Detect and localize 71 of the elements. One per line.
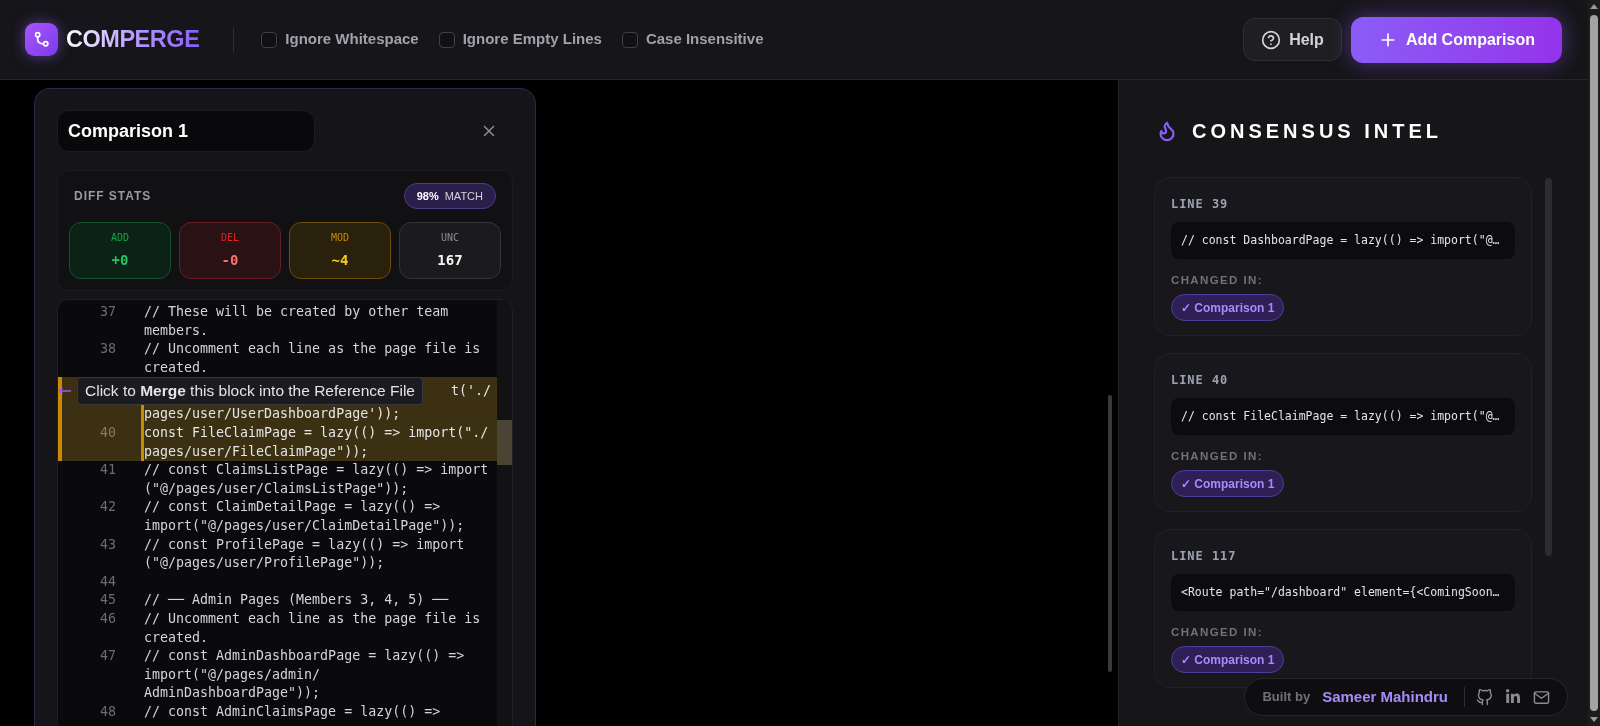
line-number: 46 [100, 610, 116, 626]
stat-value: ~4 [331, 251, 349, 270]
code-line: // const AdminClaimsPage = lazy(() => [144, 702, 441, 721]
code-line: // ── Admin Pages (Members 3, 4, 5) ── [144, 591, 449, 610]
stat-value: +0 [111, 251, 129, 270]
help-icon [1261, 29, 1282, 50]
code-snippet: // const FileClaimPage = lazy(() => import("@… [1171, 398, 1515, 435]
code-line: // const AdminDashboardPage = lazy(() => import("@/pages/admin/ AdminDashboardPage")); [144, 647, 465, 703]
built-by-label: Built by [1262, 688, 1311, 707]
line-number: 38 [100, 341, 116, 357]
merge-tooltip: Click to Merge this block into the Reference File [77, 377, 423, 406]
author-link[interactable]: Sameer Mahindru [1322, 685, 1448, 709]
stat-label: UNC [440, 231, 460, 245]
title-input[interactable]: Comparison 1 [57, 110, 315, 152]
code-line: // Uncomment each line as the page file is created. [144, 340, 481, 377]
up-arrow-icon[interactable] [1590, 4, 1598, 9]
line-number: 44 [100, 573, 116, 589]
checkbox-label[interactable]: Case Insensitive [645, 28, 764, 51]
code-line: // const ClaimsListPage = lazy(() => import ("@/pages/user/ClaimsListPage")); [144, 461, 489, 498]
logo-icon [25, 23, 58, 56]
code-line: // These will be created by other team members. [144, 303, 449, 340]
scrollbar-thumb[interactable] [1108, 395, 1112, 672]
code-line: // Uncomment each line as the page file is created. [144, 609, 481, 647]
scrollbar-thumb[interactable] [1545, 178, 1552, 556]
line-number: 41 [100, 462, 116, 478]
line-number: 48 [100, 703, 116, 719]
line-number: 43 [100, 536, 116, 552]
line-number: 40 [100, 424, 116, 440]
left-arrow-icon[interactable] [58, 387, 72, 396]
code-line: // const ClaimDetailPage = lazy(() => import("@/pages/user/ClaimDetailPage")); [144, 498, 465, 535]
github-icon[interactable] [1476, 688, 1493, 706]
down-arrow-icon[interactable] [1590, 717, 1598, 722]
scrollbar-thumb[interactable] [497, 420, 512, 465]
line-number: 37 [100, 304, 116, 319]
match-percent: 98% [416, 188, 439, 204]
changed-in-label: CHANGED IN: [1171, 449, 1263, 465]
code-line: t('./ [450, 382, 491, 401]
stat-label: ADD [110, 231, 130, 245]
stat-label: DEL [220, 231, 240, 245]
checkbox[interactable] [621, 31, 638, 48]
line-label: LINE 40 [1171, 372, 1229, 389]
match-label: MATCH [444, 188, 483, 204]
panel-title: CONSENSUS INTEL [1192, 119, 1443, 144]
mail-icon[interactable] [1533, 688, 1550, 706]
checkbox-label[interactable]: Ignore Empty Lines [462, 28, 602, 51]
changed-in-label: CHANGED IN: [1171, 273, 1263, 289]
comparison-badge[interactable]: ✓ Comparison 1 [1171, 646, 1285, 673]
scrollbar-thumb[interactable] [1590, 15, 1598, 711]
changed-in-label: CHANGED IN: [1171, 625, 1263, 641]
comparison-badge[interactable]: ✓ Comparison 1 [1171, 294, 1285, 321]
line-number: 47 [100, 648, 116, 664]
code-snippet: <Route path="/dashboard" element={<ComingSoon… [1171, 574, 1515, 611]
stat-value: 167 [437, 251, 463, 270]
checkbox[interactable] [261, 31, 278, 48]
help-button[interactable]: Help [1243, 18, 1342, 61]
line-label: LINE 117 [1171, 548, 1237, 565]
line-number: 42 [100, 499, 116, 515]
line-number: 45 [100, 592, 116, 608]
stat-value: -0 [221, 251, 239, 270]
checkbox-label[interactable]: Ignore Whitespace [285, 28, 419, 51]
code-snippet: // const DashboardPage = lazy(() => import("@… [1171, 222, 1515, 259]
add-comparison-button[interactable]: Add Comparison [1351, 16, 1562, 63]
code-line: // const ProfilePage = lazy(() => import ("@/pages/user/ProfilePage")); [144, 535, 465, 573]
line-label: LINE 39 [1171, 196, 1229, 213]
comparison-badge[interactable]: ✓ Comparison 1 [1171, 470, 1285, 497]
code-line: const FileClaimPage = lazy(() => import("./ pages/user/FileClaimPage")); [144, 423, 489, 461]
stat-label: MOD [330, 231, 350, 245]
code-line: pages/user/UserDashboardPage')); [144, 405, 401, 424]
checkbox[interactable] [438, 31, 455, 48]
linkedin-icon[interactable] [1505, 689, 1521, 705]
section-label: DIFF STATS [74, 188, 152, 205]
